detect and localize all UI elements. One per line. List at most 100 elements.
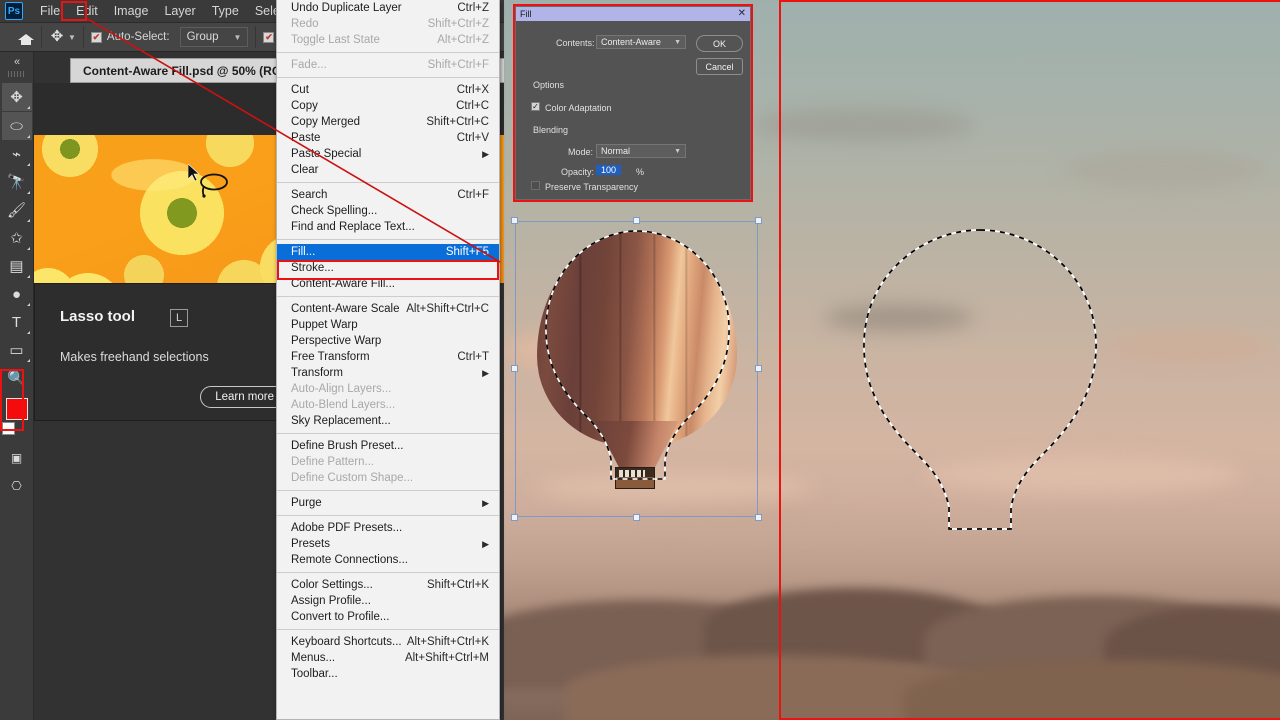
lasso-tool-icon [200,173,228,198]
tool-gradient[interactable]: ▤ [2,252,32,280]
transform-handle[interactable] [755,365,762,372]
menu-item-label: Transform [291,367,343,379]
tool-dodge[interactable]: ● [2,280,32,308]
auto-select-scope-dropdown[interactable]: Group ▼ [179,27,249,47]
menu-item-label: Convert to Profile... [291,611,390,623]
menu-item-label: Adobe PDF Presets... [291,522,403,534]
tool-eyedropper[interactable]: 🔭 [2,168,32,196]
menu-item-clear[interactable]: Clear [277,162,499,178]
menu-item-label: Toggle Last State [291,34,380,46]
double-chevron-left-icon[interactable]: « [0,52,33,68]
menu-item-shortcut: Shift+Ctrl+C [426,116,489,128]
menu-item-label: Check Spelling... [291,205,378,217]
menu-image[interactable]: Image [106,2,157,20]
menu-item-sky-replacement[interactable]: Sky Replacement... [277,413,499,429]
menu-item-toolbar[interactable]: Toolbar... [277,666,499,682]
annotation-box-color-swatch [0,369,24,431]
submenu-arrow-icon: ▶ [482,538,489,549]
menu-item-paste[interactable]: Paste Ctrl+V [277,130,499,146]
edit-dropdown-menu[interactable]: Undo Duplicate Layer Ctrl+Z Redo Shift+Ctrl… [276,0,500,720]
menu-item-puppet-warp[interactable]: Puppet Warp [277,317,499,333]
quick-mask-icon[interactable]: ▣ [2,444,32,472]
tool-type[interactable]: T [2,308,32,336]
menu-item-shortcut: Shift+Ctrl+K [427,579,489,591]
menu-item-transform[interactable]: Transform ▶ [277,365,499,381]
menu-item-define-brush-preset[interactable]: Define Brush Preset... [277,438,499,454]
tool-rectangle[interactable]: ▭ [2,336,32,364]
menu-item-adobe-pdf-presets[interactable]: Adobe PDF Presets... [277,520,499,536]
menu-item-cut[interactable]: Cut Ctrl+X [277,82,499,98]
menu-item-label: Cut [291,84,309,96]
menu-separator [277,490,499,491]
menu-item-label: Define Pattern... [291,456,375,468]
menu-item-content-aware-scale[interactable]: Content-Aware Scale Alt+Shift+Ctrl+C [277,301,499,317]
show-transform-controls-checkbox[interactable]: ✔ [263,31,275,43]
menu-item-shortcut: Alt+Shift+Ctrl+M [404,652,489,664]
menu-item-paste-special[interactable]: Paste Special ▶ [277,146,499,162]
menu-item-keyboard-shortcuts[interactable]: Keyboard Shortcuts... Alt+Shift+Ctrl+K [277,634,499,650]
move-tool-icon[interactable]: ✥ [49,29,65,45]
menu-item-auto-blend-layers: Auto-Blend Layers... [277,397,499,413]
tool-lasso[interactable]: ⬭ [1,112,32,140]
menu-item-remote-connections[interactable]: Remote Connections... [277,552,499,568]
menu-type[interactable]: Type [204,2,247,20]
menu-item-find-and-replace-text[interactable]: Find and Replace Text... [277,219,499,235]
screen-mode-icon[interactable]: ⎔ [2,472,32,500]
menu-item-check-spelling[interactable]: Check Spelling... [277,203,499,219]
menu-item-assign-profile[interactable]: Assign Profile... [277,593,499,609]
menu-item-copy-merged[interactable]: Copy Merged Shift+Ctrl+C [277,114,499,130]
balloon-skirt [595,421,679,473]
auto-select-scope-value: Group [186,31,219,43]
panel-grip[interactable] [7,71,26,77]
menu-item-label: Purge [291,497,322,509]
transform-handle[interactable] [755,217,762,224]
menu-item-label: Fill... [291,246,316,258]
menu-item-label: Define Brush Preset... [291,440,404,452]
menu-item-menus[interactable]: Menus... Alt+Shift+Ctrl+M [277,650,499,666]
transform-handle[interactable] [633,217,640,224]
tool-move[interactable]: ✥ [1,83,32,111]
selection-transform-box[interactable] [511,217,762,521]
tooltip-description: Makes freehand selections [60,350,209,364]
menu-item-color-settings[interactable]: Color Settings... Shift+Ctrl+K [277,577,499,593]
menu-item-define-pattern: Define Pattern... [277,454,499,470]
menu-item-shortcut: Ctrl+X [456,84,489,96]
transform-handle[interactable] [511,514,518,521]
chevron-down-icon[interactable]: ▼ [68,33,76,42]
tool-crop[interactable]: ⌁ [2,140,32,168]
menu-item-label: Paste Special [291,148,362,160]
home-icon[interactable] [18,30,34,45]
menu-item-undo-duplicate-layer[interactable]: Undo Duplicate Layer Ctrl+Z [277,0,499,16]
menu-item-fade: Fade... Shift+Ctrl+F [277,57,499,73]
annotation-box-fill-item [277,260,499,280]
menu-item-copy[interactable]: Copy Ctrl+C [277,98,499,114]
annotation-box-result-canvas [779,0,1280,720]
divider [41,26,42,48]
menu-item-label: Copy [291,100,318,112]
menu-item-label: Copy Merged [291,116,361,128]
menu-item-label: Undo Duplicate Layer [291,2,402,14]
menu-item-purge[interactable]: Purge ▶ [277,495,499,511]
tool-clone-stamp[interactable]: ✩ [2,224,32,252]
tool-brush[interactable]: 🖌 [2,196,32,224]
menu-item-free-transform[interactable]: Free Transform Ctrl+T [277,349,499,365]
document-tab-title: Content-Aware Fill.psd @ 50% (RGB/ [83,63,294,78]
menu-item-label: Toolbar... [291,668,338,680]
menu-item-convert-to-profile[interactable]: Convert to Profile... [277,609,499,625]
menu-layer[interactable]: Layer [156,2,203,20]
transform-handle[interactable] [511,217,518,224]
menu-item-fill[interactable]: Fill... Shift+F5 [277,244,499,260]
transform-handle[interactable] [633,514,640,521]
annotation-box-edit-menu [61,1,87,21]
menu-item-perspective-warp[interactable]: Perspective Warp [277,333,499,349]
menu-item-presets[interactable]: Presets ▶ [277,536,499,552]
balloon-basket [615,467,655,489]
tooltip-shortcut-key: L [170,309,188,327]
menu-item-shortcut: Alt+Ctrl+Z [437,34,489,46]
menu-item-search[interactable]: Search Ctrl+F [277,187,499,203]
transform-handle[interactable] [511,365,518,372]
transform-handle[interactable] [755,514,762,521]
menu-item-shortcut: Shift+F5 [445,246,489,258]
auto-select-checkbox[interactable]: ✔ [90,31,102,43]
menu-item-label: Sky Replacement... [291,415,391,427]
